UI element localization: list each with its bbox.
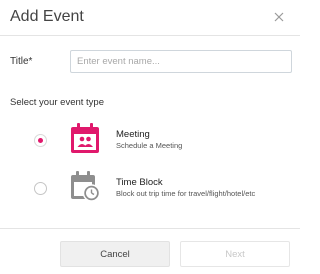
timeblock-option-description: Block out trip time for travel/flight/ho… [116,189,256,198]
meeting-option-name: Meeting [116,129,150,140]
event-title-input[interactable] [70,50,292,73]
title-label: Title* [10,56,33,67]
calendar-clock-icon [71,171,101,202]
event-type-meeting-option[interactable]: Meeting Schedule a Meeting [0,122,300,162]
cancel-button[interactable]: Cancel [60,241,170,267]
timeblock-radio[interactable] [34,182,47,195]
event-type-timeblock-option[interactable]: Time Block Block out trip time for trave… [0,170,300,210]
calendar-people-icon [71,123,99,153]
timeblock-option-name: Time Block [116,177,163,188]
close-icon[interactable] [272,10,286,24]
dialog-footer: Cancel Next [0,228,300,274]
event-type-section-label: Select your event type [10,97,104,108]
dialog-title: Add Event [10,8,84,25]
next-button[interactable]: Next [180,241,290,267]
add-event-dialog: Add Event Title* Select your event type … [0,0,300,274]
meeting-option-description: Schedule a Meeting [116,141,183,150]
dialog-header: Add Event [0,0,300,36]
meeting-radio[interactable] [34,134,47,147]
